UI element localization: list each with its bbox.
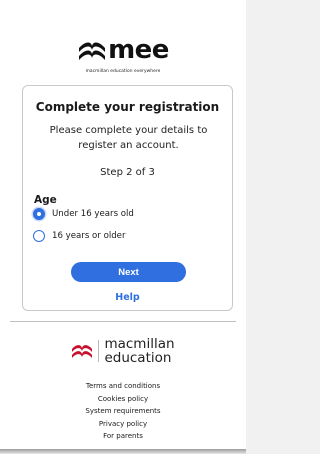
registration-card: Complete your registration Please comple… <box>22 85 233 311</box>
macmillan-waves-icon <box>72 345 93 358</box>
brand-line-2: education <box>104 350 172 366</box>
footer-link-cookies[interactable]: Cookies policy <box>0 393 246 406</box>
footer-link-parents[interactable]: For parents <box>0 430 246 443</box>
logo-separator <box>98 340 100 362</box>
age-option-16-or-older[interactable]: 16 years or older <box>33 230 126 242</box>
age-option-under-16[interactable]: Under 16 years old <box>33 208 134 220</box>
radio-label-16-or-older: 16 years or older <box>52 231 126 241</box>
brand-line-1: macmillan <box>104 336 175 352</box>
help-link[interactable]: Help <box>23 292 232 303</box>
bottom-edge <box>0 449 246 454</box>
footer-link-privacy[interactable]: Privacy policy <box>0 418 246 431</box>
mee-tagline: macmillan education everywhere <box>85 69 161 74</box>
radio-label-under-16: Under 16 years old <box>52 209 134 219</box>
card-title: Complete your registration <box>35 100 220 114</box>
macmillan-waves-icon <box>79 42 106 60</box>
footer-link-terms[interactable]: Terms and conditions <box>0 380 246 393</box>
footer-links: Terms and conditions Cookies policy Syst… <box>0 380 246 443</box>
radio-under-16[interactable] <box>33 208 45 220</box>
mee-wordmark: mee <box>108 35 169 65</box>
step-indicator: Step 2 of 3 <box>100 167 155 178</box>
mee-logo: mee macmillan education everywhere <box>0 35 246 74</box>
footer-link-system-requirements[interactable]: System requirements <box>0 405 246 418</box>
registration-page: mee macmillan education everywhere Compl… <box>0 0 246 450</box>
radio-16-or-older[interactable] <box>33 230 45 242</box>
card-description: Please complete your details to register… <box>49 125 208 151</box>
footer-divider <box>10 321 236 322</box>
macmillan-education-logo: macmillan education <box>0 337 246 365</box>
next-button[interactable]: Next <box>71 262 186 282</box>
age-label: Age <box>34 194 57 206</box>
